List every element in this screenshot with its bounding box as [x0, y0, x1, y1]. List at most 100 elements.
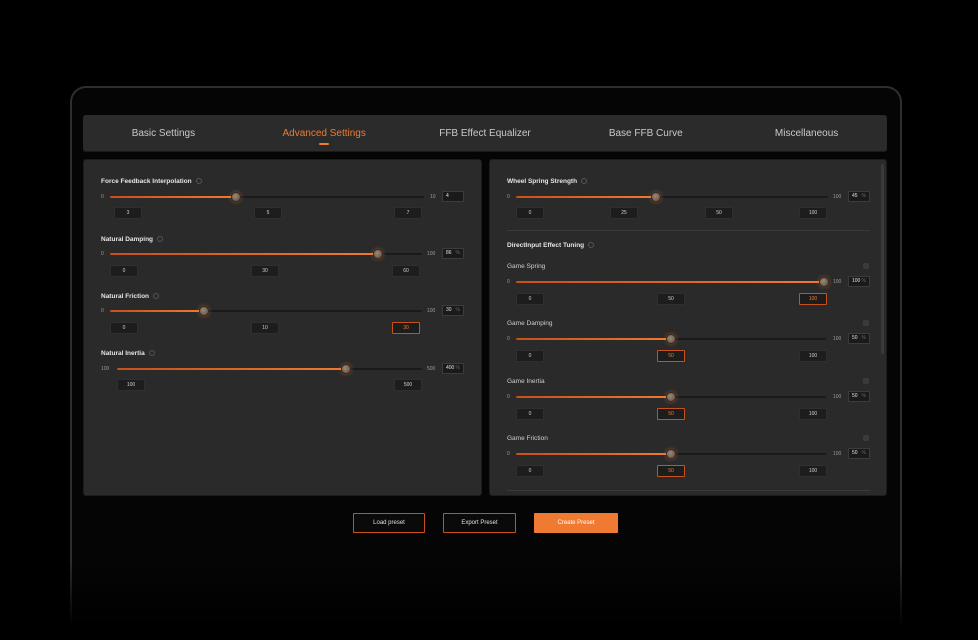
game-spring-preset-button-selected[interactable]: 100 [799, 293, 827, 305]
damping-preset-button[interactable]: 0 [110, 265, 138, 277]
divider [507, 490, 870, 491]
inertia-slider-thumb[interactable] [340, 364, 351, 374]
create-preset-button[interactable]: Create Preset [534, 513, 618, 533]
game-friction-preset-button-selected[interactable]: 50 [657, 465, 685, 477]
game-friction-max: 100 [833, 451, 842, 457]
game-damping-value: 50 [852, 335, 858, 341]
game-inertia-value-field[interactable]: 50% [848, 391, 870, 402]
export-preset-button[interactable]: Export Preset [443, 513, 516, 533]
info-icon[interactable] [195, 178, 202, 185]
percent-unit: % [861, 450, 866, 456]
damping-min: 0 [101, 251, 104, 257]
info-icon[interactable] [148, 350, 155, 357]
wheel-spring-preset-button[interactable]: 0 [516, 207, 544, 219]
game-spring-preset-button[interactable]: 50 [657, 293, 685, 305]
damping-preset-button[interactable]: 30 [251, 265, 279, 277]
interp-max: 10 [430, 194, 436, 200]
wheel-spring-slider-thumb[interactable] [651, 192, 662, 202]
game-friction-toggle[interactable] [863, 435, 869, 441]
inertia-min: 100 [101, 366, 110, 372]
game-inertia-toggle[interactable] [863, 378, 869, 384]
game-damping-value-field[interactable]: 50% [848, 333, 870, 344]
interp-label: Force Feedback Interpolation [101, 178, 202, 185]
inertia-value-field[interactable]: 400% [442, 363, 464, 374]
game-damping-label: Game Damping [507, 320, 553, 327]
info-icon[interactable] [157, 236, 164, 243]
game-friction-value: 50 [852, 450, 858, 456]
game-friction-slider[interactable] [516, 449, 826, 459]
game-damping-toggle[interactable] [863, 320, 869, 326]
game-friction-preset-button[interactable]: 100 [799, 465, 827, 477]
inertia-value: 400 [446, 365, 455, 371]
load-preset-button[interactable]: Load preset [353, 513, 425, 533]
damping-slider[interactable] [110, 249, 422, 259]
info-icon[interactable] [581, 178, 588, 185]
game-inertia-preset-button[interactable]: 0 [516, 408, 544, 420]
friction-slider[interactable] [110, 306, 422, 316]
inertia-slider-fill [117, 368, 346, 370]
game-spring-min: 0 [507, 279, 510, 285]
wheel-spring-preset-button[interactable]: 100 [799, 207, 827, 219]
wheel-spring-value-field[interactable]: 45% [848, 191, 870, 202]
game-inertia-preset-button[interactable]: 100 [799, 408, 827, 420]
game-spring-max: 100 [833, 279, 842, 285]
friction-preset-button-selected[interactable]: 30 [392, 322, 420, 334]
interp-preset-button[interactable]: 3 [114, 207, 142, 219]
friction-preset-button[interactable]: 10 [251, 322, 279, 334]
game-damping-slider[interactable] [516, 334, 826, 344]
percent-unit: % [455, 250, 460, 256]
wheel-spring-preset-button[interactable]: 50 [705, 207, 733, 219]
inertia-preset-button[interactable]: 500 [394, 379, 422, 391]
right-settings-panel: Wheel Spring Strength 0 100 45% 0 25 50 … [489, 159, 887, 496]
game-friction-slider-thumb[interactable] [666, 449, 676, 459]
tab-basic-settings[interactable]: Basic Settings [83, 128, 243, 139]
interp-slider-fill [110, 196, 236, 198]
game-damping-preset-button[interactable]: 0 [516, 350, 544, 362]
info-icon[interactable] [588, 242, 595, 249]
interp-slider[interactable] [110, 192, 424, 202]
friction-value-field[interactable]: 30% [442, 305, 464, 316]
info-icon[interactable] [153, 293, 160, 300]
inertia-slider[interactable] [117, 364, 422, 374]
damping-slider-thumb[interactable] [373, 249, 384, 259]
interp-preset-button[interactable]: 7 [394, 207, 422, 219]
game-inertia-value: 50 [852, 393, 858, 399]
interp-slider-thumb[interactable] [230, 192, 241, 202]
inertia-preset-button[interactable]: 100 [117, 379, 145, 391]
interp-value-field[interactable]: 4 [442, 191, 464, 202]
game-inertia-slider[interactable] [516, 392, 826, 402]
interp-value: 4 [446, 193, 449, 199]
wheel-spring-slider[interactable] [516, 192, 828, 202]
friction-max: 100 [427, 308, 436, 314]
interp-preset-button[interactable]: 5 [254, 207, 282, 219]
game-inertia-preset-button-selected[interactable]: 50 [657, 408, 685, 420]
interp-min: 0 [101, 194, 104, 200]
friction-preset-button[interactable]: 0 [110, 322, 138, 334]
game-damping-slider-thumb[interactable] [666, 334, 676, 344]
tab-miscellaneous[interactable]: Miscellaneous [727, 128, 887, 139]
game-damping-preset-button[interactable]: 100 [799, 350, 827, 362]
wheel-spring-preset-button[interactable]: 25 [610, 207, 638, 219]
game-friction-preset-button[interactable]: 0 [516, 465, 544, 477]
game-damping-preset-button-selected[interactable]: 50 [657, 350, 685, 362]
damping-preset-button[interactable]: 60 [392, 265, 420, 277]
game-damping-slider-fill [516, 338, 671, 340]
game-inertia-max: 100 [833, 394, 842, 400]
tab-ffb-effect-equalizer[interactable]: FFB Effect Equalizer [405, 128, 565, 139]
left-settings-panel: Force Feedback Interpolation 0 10 4 3 5 … [83, 159, 482, 496]
game-inertia-label: Game Inertia [507, 378, 545, 385]
game-inertia-slider-thumb[interactable] [666, 392, 676, 402]
friction-slider-thumb[interactable] [198, 306, 209, 316]
percent-unit: % [455, 365, 460, 371]
game-spring-toggle[interactable] [863, 263, 869, 269]
game-spring-slider[interactable] [516, 277, 829, 287]
tab-base-ffb-curve[interactable]: Base FFB Curve [566, 128, 726, 139]
game-friction-value-field[interactable]: 50% [848, 448, 870, 459]
game-spring-preset-button[interactable]: 0 [516, 293, 544, 305]
scrollbar[interactable] [881, 164, 884, 354]
damping-value-field[interactable]: 86% [442, 248, 464, 259]
game-spring-slider-thumb[interactable] [819, 277, 829, 287]
game-spring-value-field[interactable]: 100% [848, 276, 870, 287]
friction-value: 30 [446, 307, 452, 313]
tab-advanced-settings[interactable]: Advanced Settings [244, 128, 404, 145]
